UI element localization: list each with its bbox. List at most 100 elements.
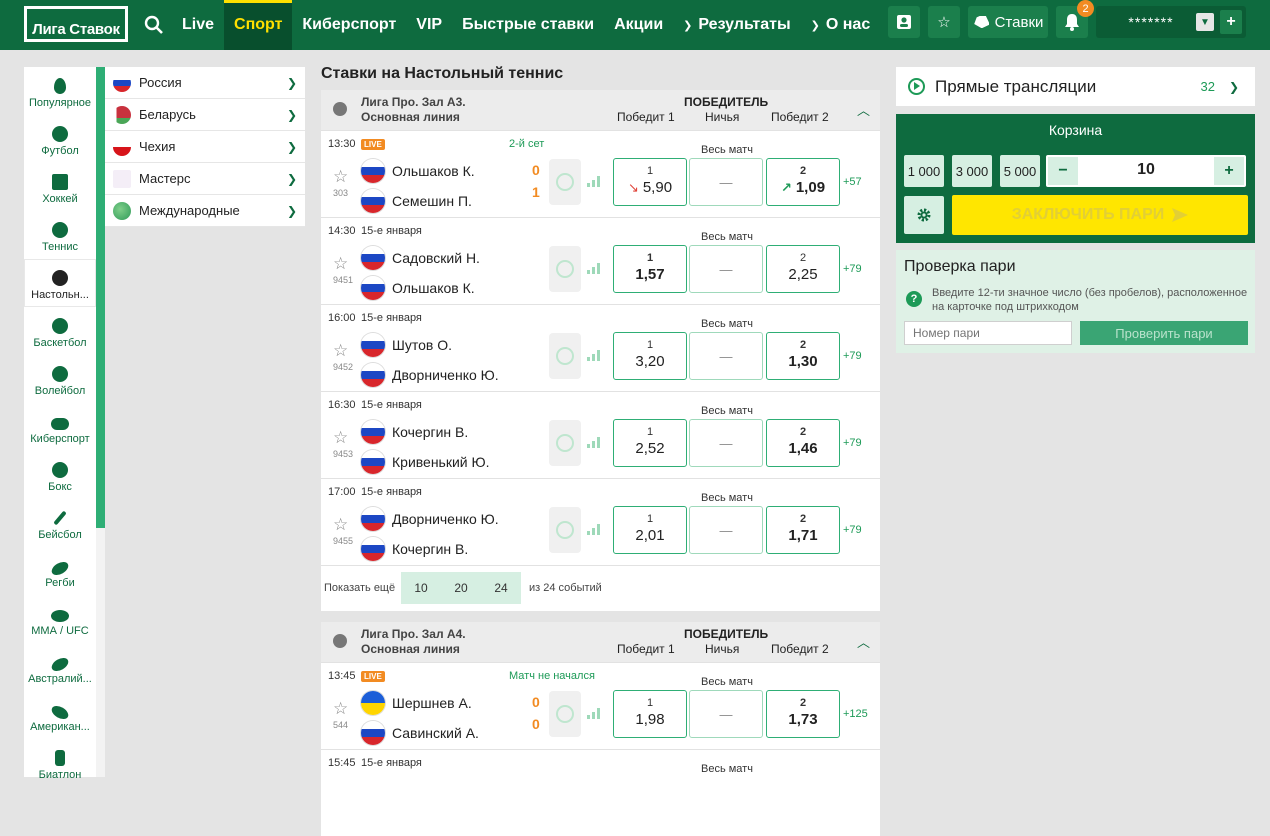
show-count-button[interactable]: 10 <box>401 572 441 604</box>
top-header: Лига Ставок Live Спорт Киберспорт VIP Бы… <box>0 0 1270 50</box>
increase-stake-button[interactable]: + <box>1214 157 1244 185</box>
country-belarus[interactable]: Беларусь ❯ <box>105 99 305 131</box>
collapse-chevron-icon[interactable]: ︿ <box>857 100 870 119</box>
live-streams-panel[interactable]: Прямые трансляции 32 ❯ <box>896 67 1255 106</box>
stream-preview[interactable] <box>549 333 581 379</box>
favorite-star-icon[interactable]: ☆ <box>333 515 348 535</box>
deposit-button[interactable]: + <box>1220 10 1242 34</box>
favorite-star-icon[interactable]: ☆ <box>333 254 348 274</box>
sport-rugby[interactable]: Регби <box>24 547 96 595</box>
favorite-star-icon[interactable]: ☆ <box>333 428 348 448</box>
sport-mma[interactable]: ММА / UFC <box>24 595 96 643</box>
bet-settings-button[interactable] <box>904 196 944 234</box>
odd-button-win2[interactable]: 2 1,73 <box>766 690 840 738</box>
more-markets-link[interactable]: +79 <box>843 263 862 275</box>
odd-button-draw[interactable]: — <box>689 506 763 554</box>
account-dropdown[interactable]: ▼ <box>1196 13 1214 31</box>
league-title: Лига Про. Зал А4. Основная линия <box>361 627 466 657</box>
odd-button-win2[interactable]: 2 1,71 <box>766 506 840 554</box>
odd-button-win1[interactable]: 1 3,20 <box>613 332 687 380</box>
sport-football[interactable]: Футбол <box>24 115 96 163</box>
odd-button-win2[interactable]: 2 1,46 <box>766 419 840 467</box>
check-bet-button[interactable]: Проверить пари <box>1080 321 1248 345</box>
profile-button[interactable] <box>888 6 920 38</box>
notifications-button[interactable]: 2 <box>1056 0 1094 38</box>
stats-bars-icon[interactable] <box>587 523 601 535</box>
country-czech[interactable]: Чехия ❯ <box>105 131 305 163</box>
odd-button-win1[interactable]: 1 2,01 <box>613 506 687 554</box>
favorite-star-icon[interactable]: ☆ <box>333 341 348 361</box>
stream-preview[interactable] <box>549 691 581 737</box>
sport-popular[interactable]: Популярное <box>24 67 96 115</box>
stream-preview[interactable] <box>549 159 581 205</box>
nav-esports[interactable]: Киберспорт <box>292 0 406 50</box>
odd-button-win2[interactable]: 2 2,25 <box>766 245 840 293</box>
stats-bars-icon[interactable] <box>587 262 601 274</box>
nav-live[interactable]: Live <box>172 0 224 50</box>
collapse-chevron-icon[interactable]: ︿ <box>857 632 870 651</box>
logo[interactable]: Лига Ставок <box>24 6 128 42</box>
stake-input[interactable]: − 10 + <box>1046 155 1246 187</box>
more-markets-link[interactable]: +125 <box>843 708 868 720</box>
odd-button-draw[interactable]: — <box>689 419 763 467</box>
country-russia[interactable]: Россия ❯ <box>105 67 305 99</box>
place-bet-button[interactable]: ЗАКЛЮЧИТЬ ПАРИ <box>952 195 1248 235</box>
odd-value-text: 1,09 <box>795 179 826 196</box>
more-markets-link[interactable]: +79 <box>843 350 862 362</box>
stats-bars-icon[interactable] <box>587 436 601 448</box>
favorites-button[interactable]: ☆ <box>928 6 960 38</box>
sport-boxing[interactable]: Бокс <box>24 451 96 499</box>
sport-hockey[interactable]: Хоккей <box>24 163 96 211</box>
stake-chip-3000[interactable]: 3 000 <box>952 155 992 187</box>
more-markets-link[interactable]: +79 <box>843 524 862 536</box>
stake-chip-1000[interactable]: 1 000 <box>904 155 944 187</box>
sport-baseball[interactable]: Бейсбол <box>24 499 96 547</box>
odd-button-win2[interactable]: 2 ↗ 1,09 <box>766 158 840 206</box>
bets-button[interactable]: Ставки <box>968 6 1048 38</box>
sport-american-football[interactable]: Американ... <box>24 691 96 739</box>
odd-button-draw[interactable]: — <box>689 158 763 206</box>
nav-sport[interactable]: Спорт <box>224 0 293 50</box>
favorite-star-icon[interactable]: ☆ <box>333 699 348 719</box>
country-international[interactable]: Международные ❯ <box>105 195 305 227</box>
odd-button-win1[interactable]: 1 1,98 <box>613 690 687 738</box>
stream-preview[interactable] <box>549 420 581 466</box>
sport-table-tennis[interactable]: Настольн... <box>24 259 96 307</box>
sports-scrollbar[interactable] <box>96 67 105 528</box>
sport-biathlon[interactable]: Биатлон <box>24 739 96 787</box>
more-markets-link[interactable]: +57 <box>843 176 862 188</box>
odd-button-win1[interactable]: 1 ↘ 5,90 <box>613 158 687 206</box>
odd-button-draw[interactable]: — <box>689 332 763 380</box>
stats-bars-icon[interactable] <box>587 349 601 361</box>
sport-esports[interactable]: Киберспорт <box>24 403 96 451</box>
nav-fast-bets[interactable]: Быстрые ставки <box>452 0 604 50</box>
nav-vip[interactable]: VIP <box>406 0 452 50</box>
nav-about[interactable]: ❯ О нас <box>801 0 881 50</box>
odd-button-draw[interactable]: — <box>689 690 763 738</box>
stream-preview[interactable] <box>549 507 581 553</box>
stats-bars-icon[interactable] <box>587 707 601 719</box>
show-count-button[interactable]: 24 <box>481 572 521 604</box>
odd-draw-placeholder: — <box>719 436 733 451</box>
sport-volleyball[interactable]: Волейбол <box>24 355 96 403</box>
favorite-star-icon[interactable]: ☆ <box>333 167 348 187</box>
odd-value-text: 3,20 <box>635 353 665 370</box>
country-masters[interactable]: Мастерс ❯ <box>105 163 305 195</box>
flag-icon <box>361 721 385 745</box>
search-icon[interactable] <box>144 15 164 35</box>
show-count-button[interactable]: 20 <box>441 572 481 604</box>
odd-button-win1[interactable]: 1 1,57 <box>613 245 687 293</box>
more-markets-link[interactable]: +79 <box>843 437 862 449</box>
stats-bars-icon[interactable] <box>587 175 601 187</box>
sport-aussie-rules[interactable]: Австралий... <box>24 643 96 691</box>
sport-tennis[interactable]: Теннис <box>24 211 96 259</box>
stake-chip-5000[interactable]: 5 000 <box>1000 155 1040 187</box>
odd-button-win1[interactable]: 1 2,52 <box>613 419 687 467</box>
bet-number-input[interactable] <box>904 321 1072 345</box>
nav-results[interactable]: ❯ Результаты <box>673 0 800 50</box>
nav-promo[interactable]: Акции <box>604 0 673 50</box>
odd-button-win2[interactable]: 2 1,30 <box>766 332 840 380</box>
sport-basketball[interactable]: Баскетбол <box>24 307 96 355</box>
stream-preview[interactable] <box>549 246 581 292</box>
odd-button-draw[interactable]: — <box>689 245 763 293</box>
